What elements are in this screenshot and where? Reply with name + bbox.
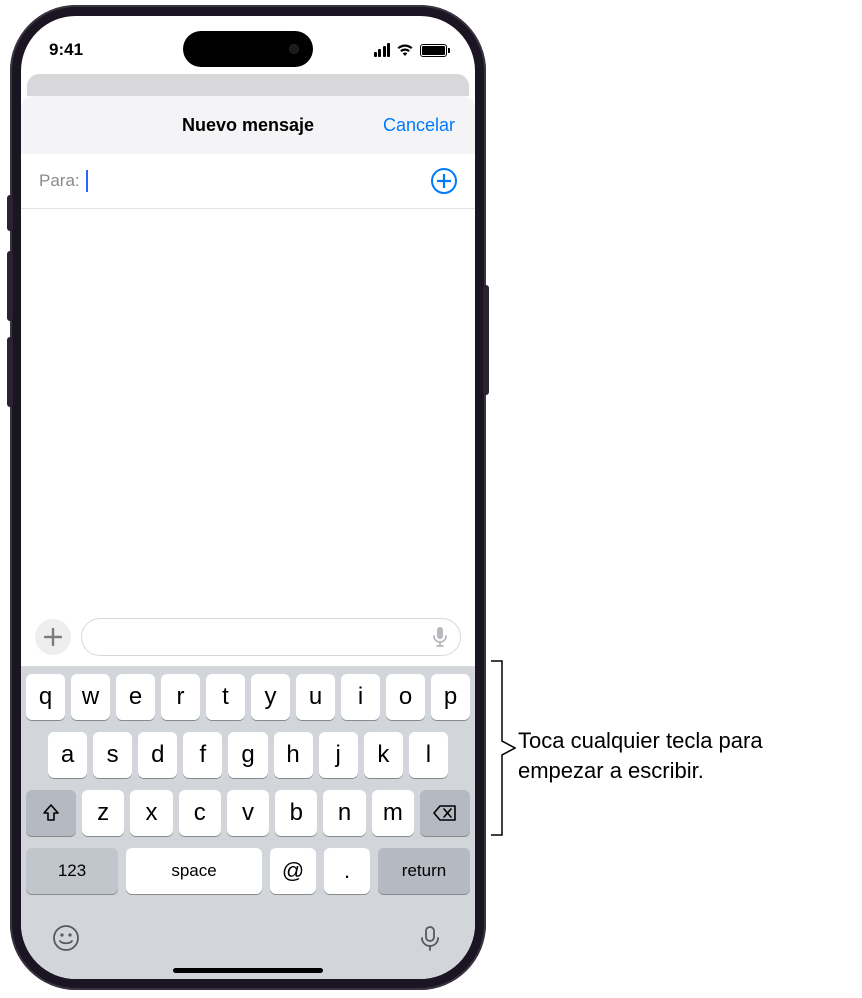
key-f[interactable]: f: [183, 732, 222, 778]
recipient-label: Para:: [39, 171, 80, 191]
side-button-power: [483, 285, 489, 395]
compose-row: [21, 610, 475, 666]
key-l[interactable]: l: [409, 732, 448, 778]
keyboard-row-1: q w e r t y u i o p: [26, 674, 470, 720]
key-a[interactable]: a: [48, 732, 87, 778]
keyboard: q w e r t y u i o p a s d f g h j k l: [21, 666, 475, 979]
cancel-button[interactable]: Cancelar: [383, 115, 455, 136]
key-h[interactable]: h: [274, 732, 313, 778]
key-r[interactable]: r: [161, 674, 200, 720]
side-button-volume-up: [7, 251, 13, 321]
attach-button[interactable]: [35, 619, 71, 655]
keyboard-row-4: 123 space @ . return: [26, 848, 470, 894]
dynamic-island: [183, 31, 313, 67]
key-m[interactable]: m: [372, 790, 414, 836]
key-e[interactable]: e: [116, 674, 155, 720]
home-indicator[interactable]: [173, 968, 323, 973]
background-card: [27, 74, 469, 96]
key-v[interactable]: v: [227, 790, 269, 836]
modal-title: Nuevo mensaje: [182, 115, 314, 136]
callout-line-1: Toca cualquier tecla para: [518, 728, 763, 753]
keyboard-dictation-icon[interactable]: [416, 924, 444, 952]
key-p[interactable]: p: [431, 674, 470, 720]
keyboard-row-3: z x c v b n m: [26, 790, 470, 836]
key-i[interactable]: i: [341, 674, 380, 720]
key-q[interactable]: q: [26, 674, 65, 720]
battery-icon: [420, 44, 447, 57]
key-t[interactable]: t: [206, 674, 245, 720]
recipient-row[interactable]: Para:: [21, 154, 475, 209]
message-area[interactable]: [21, 209, 475, 610]
key-n[interactable]: n: [323, 790, 365, 836]
key-j[interactable]: j: [319, 732, 358, 778]
space-key[interactable]: space: [126, 848, 262, 894]
side-button-volume-down: [7, 337, 13, 407]
at-key[interactable]: @: [270, 848, 316, 894]
key-w[interactable]: w: [71, 674, 110, 720]
cellular-signal-icon: [374, 43, 391, 57]
side-button-silence: [7, 195, 13, 231]
message-input[interactable]: [81, 618, 461, 656]
emoji-key-icon[interactable]: [52, 924, 80, 952]
modal-header: Nuevo mensaje Cancelar: [21, 96, 475, 154]
key-o[interactable]: o: [386, 674, 425, 720]
key-s[interactable]: s: [93, 732, 132, 778]
backspace-key[interactable]: [420, 790, 470, 836]
wifi-icon: [396, 43, 414, 57]
phone-screen: 9:41 Nuevo mensaje Cancelar Para:: [21, 16, 475, 979]
text-cursor: [86, 170, 88, 192]
numeric-key[interactable]: 123: [26, 848, 118, 894]
front-camera: [289, 44, 299, 54]
return-key[interactable]: return: [378, 848, 470, 894]
key-x[interactable]: x: [130, 790, 172, 836]
dictation-icon[interactable]: [432, 626, 448, 648]
key-y[interactable]: y: [251, 674, 290, 720]
dot-key[interactable]: .: [324, 848, 370, 894]
key-d[interactable]: d: [138, 732, 177, 778]
status-time: 9:41: [49, 40, 83, 60]
key-b[interactable]: b: [275, 790, 317, 836]
shift-key[interactable]: [26, 790, 76, 836]
key-k[interactable]: k: [364, 732, 403, 778]
add-contact-button[interactable]: [431, 168, 457, 194]
key-z[interactable]: z: [82, 790, 124, 836]
callout-line-2: empezar a escribir.: [518, 758, 704, 783]
callout-bracket: [490, 660, 516, 836]
callout-text: Toca cualquier tecla para empezar a escr…: [518, 726, 848, 785]
recipient-input[interactable]: [94, 171, 425, 191]
key-g[interactable]: g: [228, 732, 267, 778]
keyboard-bottom-row: [26, 906, 470, 956]
keyboard-row-2: a s d f g h j k l: [26, 732, 470, 778]
phone-frame: 9:41 Nuevo mensaje Cancelar Para:: [10, 5, 486, 990]
key-c[interactable]: c: [179, 790, 221, 836]
key-u[interactable]: u: [296, 674, 335, 720]
